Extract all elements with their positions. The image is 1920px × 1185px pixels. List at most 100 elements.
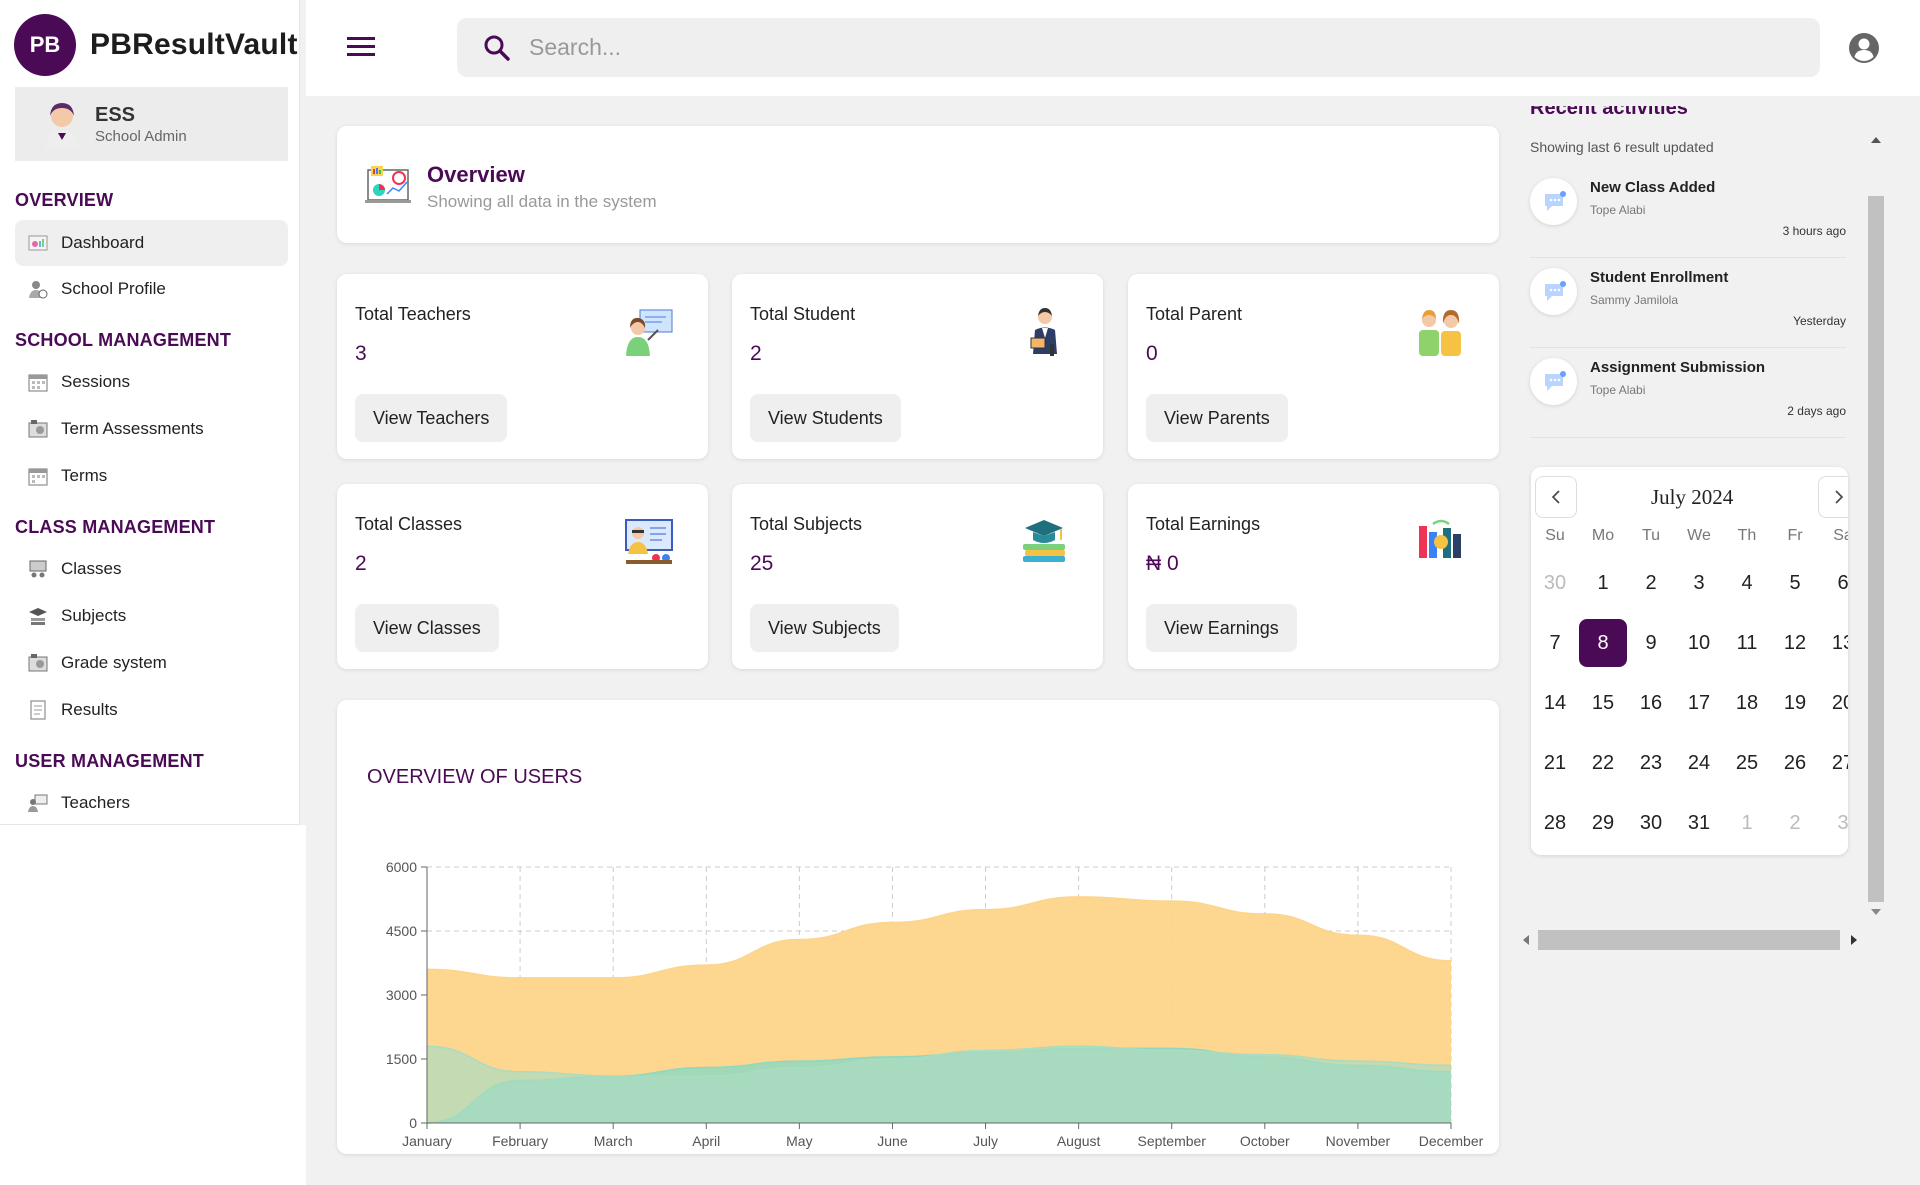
calendar-day[interactable]: 21 (1531, 739, 1579, 787)
view-parents-button[interactable]: View Parents (1146, 394, 1288, 442)
horizontal-scrollbar-thumb[interactable] (1538, 930, 1840, 950)
calendar-day[interactable]: 26 (1771, 739, 1819, 787)
calendar-day[interactable]: 24 (1675, 739, 1723, 787)
stat-label: Total Teachers (355, 304, 471, 324)
vertical-scrollbar-thumb[interactable] (1868, 196, 1884, 902)
account-icon[interactable] (1848, 32, 1880, 64)
x-tick-label: June (877, 1133, 908, 1149)
sidebar-item-label: Subjects (61, 606, 127, 625)
view-classes-button[interactable]: View Classes (355, 604, 499, 652)
activity-time: 2 days ago (1787, 404, 1846, 418)
calendar-day[interactable]: 10 (1675, 619, 1723, 667)
x-tick-label: March (594, 1133, 633, 1149)
calendar: July 2024 SuMoTuWeThFrSa3012345678910111… (1531, 467, 1848, 855)
search-bar[interactable] (457, 18, 1820, 77)
stat-card-students: Total Student 2 View Students (732, 274, 1103, 459)
sidebar-item-term-assessments[interactable]: Term Assessments (15, 406, 288, 452)
user-card[interactable]: ESS School Admin (15, 87, 288, 161)
calendar-day[interactable]: 17 (1675, 679, 1723, 727)
calendar-day[interactable]: 16 (1627, 679, 1675, 727)
view-students-button[interactable]: View Students (750, 394, 901, 442)
calendar-day[interactable]: 1 (1579, 559, 1627, 607)
calendar-next-button[interactable] (1818, 476, 1848, 518)
activity-item[interactable]: New Class Added Tope Alabi 3 hours ago (1530, 168, 1846, 258)
scroll-right-icon[interactable] (1848, 932, 1860, 948)
calendar-day[interactable]: 29 (1579, 799, 1627, 847)
activity-title: Student Enrollment (1590, 269, 1729, 286)
calendar-day[interactable]: 25 (1723, 739, 1771, 787)
calendar-day[interactable]: 30 (1627, 799, 1675, 847)
activity-item[interactable]: Assignment Submission Tope Alabi 2 days … (1530, 348, 1846, 438)
calendar-day[interactable]: 11 (1723, 619, 1771, 667)
x-tick-label: October (1240, 1133, 1290, 1149)
view-teachers-button[interactable]: View Teachers (355, 394, 508, 442)
calendar-day[interactable]: 14 (1531, 679, 1579, 727)
activities-subtitle: Showing last 6 result updated (1530, 139, 1714, 155)
view-earnings-button[interactable]: View Earnings (1146, 604, 1297, 652)
y-tick-label: 1500 (386, 1051, 417, 1067)
assessment-icon (27, 418, 49, 440)
search-input[interactable] (529, 34, 1529, 61)
teacher-icon (626, 309, 673, 356)
x-tick-label: November (1326, 1133, 1391, 1149)
scroll-left-icon[interactable] (1520, 932, 1532, 948)
calendar-day[interactable]: 20 (1819, 679, 1848, 727)
subjects-icon (27, 605, 49, 627)
user-role: School Admin (95, 127, 187, 145)
sidebar-item-classes[interactable]: Classes (15, 546, 288, 592)
school-profile-icon (27, 278, 49, 300)
calendar-day[interactable]: 18 (1723, 679, 1771, 727)
stat-label: Total Earnings (1146, 514, 1261, 534)
stat-card-earnings: Total Earnings ₦ 0 View Earnings (1128, 484, 1499, 669)
activity-item[interactable]: Student Enrollment Sammy Jamilola Yester… (1530, 258, 1846, 348)
sidebar-item-results[interactable]: Results (15, 687, 288, 733)
calendar-day[interactable]: 1 (1723, 799, 1771, 847)
sidebar-item-label: Classes (61, 559, 122, 578)
calendar-day[interactable]: 7 (1531, 619, 1579, 667)
sidebar-item-sessions[interactable]: Sessions (15, 359, 288, 405)
calendar-day[interactable]: 30 (1531, 559, 1579, 607)
calendar-day[interactable]: 4 (1723, 559, 1771, 607)
stat-value: 2 (750, 342, 762, 365)
calendar-dow: Th (1737, 527, 1757, 544)
sidebar-item-grade-system[interactable]: Grade system (15, 640, 288, 686)
calendar-day[interactable]: 3 (1819, 799, 1848, 847)
sidebar-item-subjects[interactable]: Subjects (15, 593, 288, 639)
activity-title: Assignment Submission (1590, 359, 1766, 376)
stat-card-classes: Total Classes 2 View Classes (337, 484, 708, 669)
sidebar-item-dashboard[interactable]: Dashboard (15, 220, 288, 266)
calendar-day[interactable]: 15 (1579, 679, 1627, 727)
calendar-day[interactable]: 12 (1771, 619, 1819, 667)
calendar-day[interactable]: 28 (1531, 799, 1579, 847)
calendar-day[interactable]: 2 (1627, 559, 1675, 607)
calendar-day[interactable]: 8 (1579, 619, 1627, 667)
calendar-icon (27, 465, 49, 487)
activity-user: Tope Alabi (1590, 203, 1646, 217)
stat-label: Total Student (750, 304, 856, 324)
sidebar-item-terms[interactable]: Terms (15, 453, 288, 499)
calendar-day[interactable]: 3 (1675, 559, 1723, 607)
sidebar-item-teachers[interactable]: Teachers (15, 780, 288, 826)
classroom-icon (625, 519, 673, 564)
calendar-day[interactable]: 2 (1771, 799, 1819, 847)
x-tick-label: July (973, 1133, 998, 1149)
calendar-day[interactable]: 13 (1819, 619, 1848, 667)
calendar-day[interactable]: 27 (1819, 739, 1848, 787)
stat-card-subjects: Total Subjects 25 View Subjects (732, 484, 1103, 669)
calendar-day[interactable]: 9 (1627, 619, 1675, 667)
calendar-day[interactable]: 23 (1627, 739, 1675, 787)
calendar-day[interactable]: 19 (1771, 679, 1819, 727)
sidebar-item-school-profile[interactable]: School Profile (15, 266, 288, 312)
topbar (306, 0, 1920, 96)
calendar-day[interactable]: 5 (1771, 559, 1819, 607)
calendar-day[interactable]: 31 (1675, 799, 1723, 847)
page-title: Overview (427, 162, 525, 187)
brand[interactable]: PB PBResultVault (14, 14, 298, 76)
calendar-day[interactable]: 22 (1579, 739, 1627, 787)
calendar-prev-button[interactable] (1535, 476, 1577, 518)
menu-icon[interactable] (346, 34, 376, 58)
sidebar-item-label: Teachers (61, 793, 130, 812)
activities-title: Recent activities (1530, 106, 1688, 118)
calendar-day[interactable]: 6 (1819, 559, 1848, 607)
view-subjects-button[interactable]: View Subjects (750, 604, 899, 652)
